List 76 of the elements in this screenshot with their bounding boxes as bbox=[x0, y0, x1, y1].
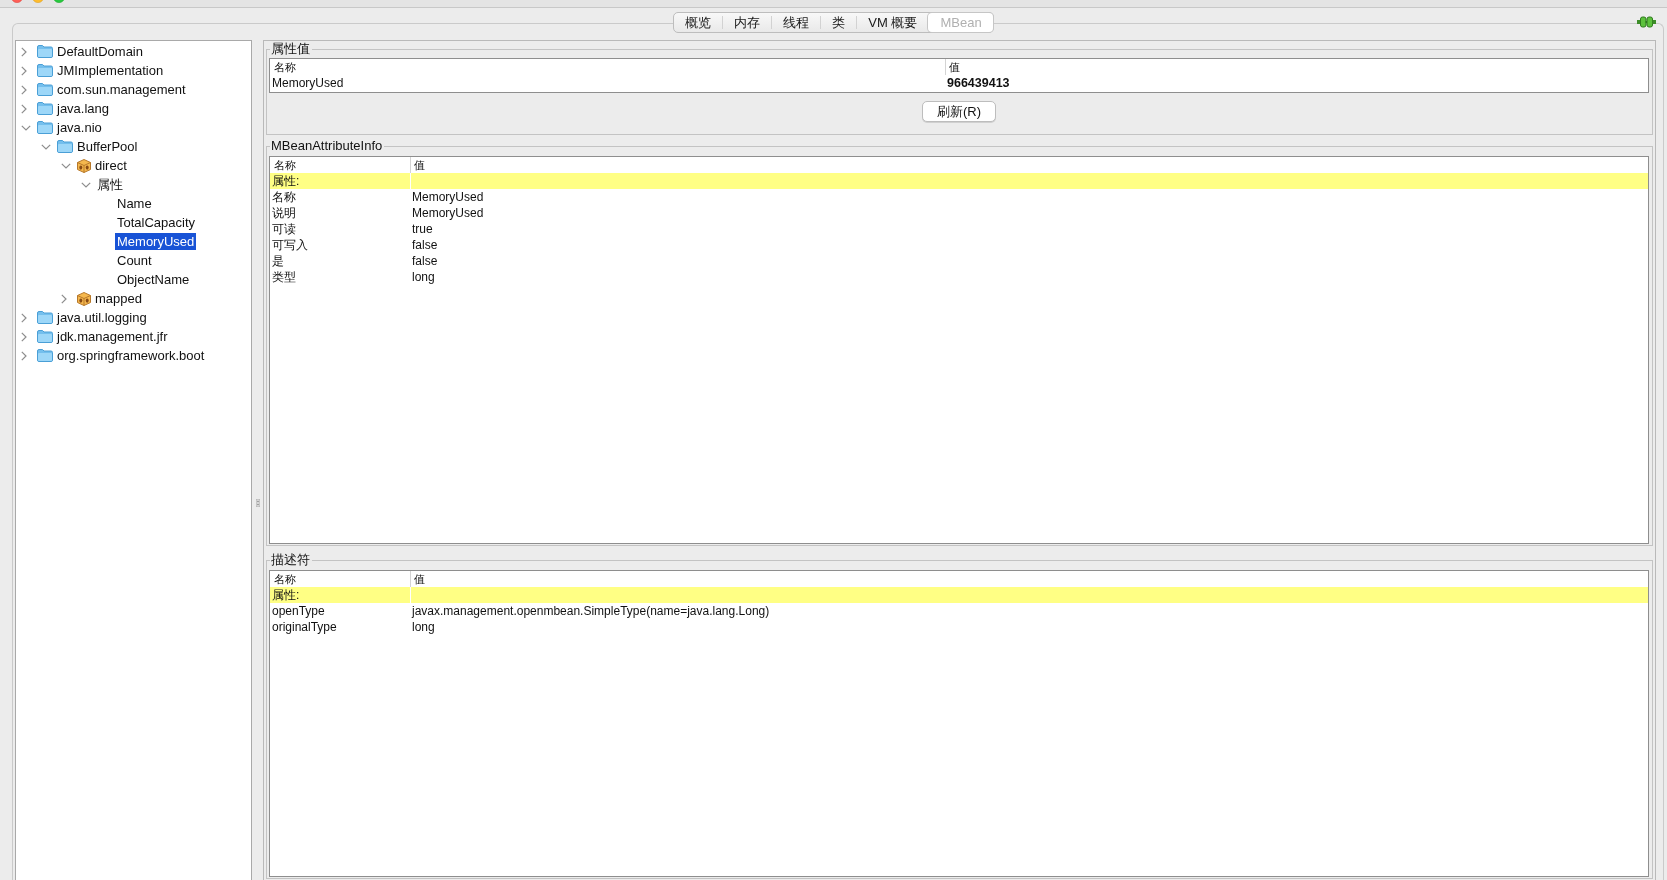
chevron-icon[interactable] bbox=[21, 312, 27, 323]
chevron-icon[interactable] bbox=[21, 350, 27, 361]
section-title: MBeanAttributeInfo bbox=[270, 139, 384, 153]
table-cell-text: 可读 bbox=[271, 221, 297, 237]
table-cell-text: long bbox=[411, 619, 436, 635]
tree-item[interactable]: org.springframework.boot bbox=[55, 347, 207, 364]
folder-icon bbox=[37, 64, 53, 77]
folder-icon bbox=[37, 349, 53, 362]
table-cell-text: 说明 bbox=[271, 205, 297, 221]
tree-item[interactable]: jdk.management.jfr bbox=[55, 328, 170, 345]
cube-icon bbox=[77, 291, 91, 306]
folder-icon bbox=[37, 121, 53, 134]
tree-item[interactable]: java.util.logging bbox=[55, 309, 149, 326]
folder-icon bbox=[37, 45, 53, 58]
tree-item[interactable]: DefaultDomain bbox=[55, 43, 145, 60]
tab[interactable]: 概览 bbox=[674, 16, 723, 29]
drag-handle-icon[interactable] bbox=[255, 499, 260, 507]
folder-icon bbox=[57, 140, 73, 153]
zoom-button[interactable] bbox=[53, 0, 65, 3]
tree-item[interactable]: Name bbox=[115, 195, 154, 212]
tree-item[interactable]: 属性 bbox=[95, 176, 125, 193]
table-cell-text: false bbox=[411, 253, 439, 269]
chevron-icon[interactable] bbox=[61, 162, 71, 169]
tree-item[interactable]: MemoryUsed bbox=[115, 233, 197, 250]
table-cell-text: 可写入 bbox=[271, 237, 309, 253]
tree-item[interactable]: java.nio bbox=[55, 119, 104, 136]
table-cell-text: long bbox=[411, 269, 436, 285]
column-header: 名称 bbox=[273, 60, 297, 75]
folder-icon bbox=[37, 311, 53, 324]
tree-item[interactable]: JMImplementation bbox=[55, 62, 166, 79]
table-cell-text: true bbox=[411, 221, 434, 237]
table-cell-text: 966439413 bbox=[946, 75, 1011, 92]
chevron-icon[interactable] bbox=[21, 124, 31, 131]
section-title: 描述符 bbox=[270, 553, 311, 567]
section-label: 属性: bbox=[271, 173, 301, 189]
table-cell-text: 是 bbox=[271, 253, 285, 269]
section-title: 属性值 bbox=[270, 42, 311, 56]
tree-item[interactable]: direct bbox=[93, 157, 129, 174]
folder-icon bbox=[37, 102, 53, 115]
table-cell-text: MemoryUsed bbox=[271, 75, 345, 92]
tab[interactable]: 内存 bbox=[722, 16, 772, 29]
table-cell-text: 名称 bbox=[271, 189, 297, 205]
plug-icon bbox=[1637, 16, 1656, 28]
chevron-icon[interactable] bbox=[21, 84, 27, 95]
table-cell-text: originalType bbox=[271, 619, 338, 635]
tab[interactable]: 线程 bbox=[771, 16, 821, 29]
table-cell-text: javax.management.openmbean.SimpleType(name=java.lang.Long) bbox=[410, 603, 771, 619]
folder-icon bbox=[37, 330, 53, 343]
table-cell-text: MemoryUsed bbox=[411, 189, 485, 205]
table-cell-text: MemoryUsed bbox=[411, 205, 485, 221]
tree-item[interactable]: java.lang bbox=[55, 100, 112, 117]
tree-item[interactable]: BufferPool bbox=[75, 138, 140, 155]
column-header: 名称 bbox=[273, 158, 297, 173]
tab[interactable]: 类 bbox=[820, 16, 857, 29]
folder-icon bbox=[37, 83, 53, 96]
close-button[interactable] bbox=[11, 0, 23, 3]
refresh-button[interactable]: 刷新(R) bbox=[921, 101, 996, 122]
cube-icon bbox=[77, 158, 91, 173]
table-cell-text: openType bbox=[271, 603, 326, 619]
tree-item[interactable]: Count bbox=[115, 252, 154, 269]
tree-item[interactable]: mapped bbox=[93, 290, 144, 307]
chevron-icon[interactable] bbox=[21, 65, 27, 76]
tree-item[interactable]: com.sun.management bbox=[55, 81, 188, 98]
section-label: 属性: bbox=[271, 587, 301, 603]
table-cell-text: false bbox=[411, 237, 439, 253]
chevron-icon[interactable] bbox=[21, 46, 27, 57]
column-header: 名称 bbox=[273, 572, 297, 587]
chevron-icon[interactable] bbox=[81, 181, 91, 188]
chevron-icon[interactable] bbox=[21, 103, 27, 114]
chevron-icon[interactable] bbox=[21, 331, 27, 342]
table-cell-text: 类型 bbox=[271, 269, 297, 285]
column-header: 值 bbox=[945, 59, 1648, 75]
chevron-icon[interactable] bbox=[41, 143, 51, 150]
tree-item[interactable]: ObjectName bbox=[115, 271, 192, 288]
tree-item[interactable]: TotalCapacity bbox=[115, 214, 198, 231]
chevron-icon[interactable] bbox=[61, 293, 67, 304]
